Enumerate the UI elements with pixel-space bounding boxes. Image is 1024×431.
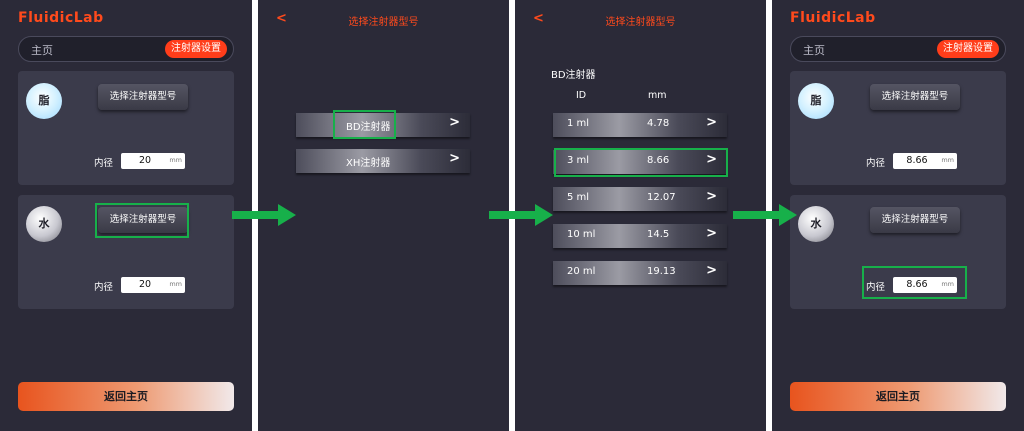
- chevron-right-icon: >: [706, 115, 717, 130]
- highlight-box: [862, 266, 967, 299]
- row-id: 10 ml: [567, 229, 596, 240]
- syringe-row-5ml[interactable]: 5 ml 12.07 >: [553, 187, 727, 211]
- list-item-xh[interactable]: XH注射器 >: [296, 149, 470, 173]
- tab-bar: 主页 注射器设置: [18, 36, 234, 62]
- fat-diameter-unit: mm: [169, 156, 182, 164]
- row-mm: 14.5: [647, 229, 670, 240]
- row-id: 5 ml: [567, 192, 590, 203]
- water-diameter-unit: mm: [169, 280, 182, 288]
- section-heading: BD注射器: [551, 70, 596, 81]
- fat-select-syringe-button[interactable]: 选择注射器型号: [98, 84, 188, 110]
- fat-diameter-field[interactable]: 8.66 mm: [893, 153, 957, 169]
- tab-syringe-settings[interactable]: 注射器设置: [937, 40, 999, 58]
- water-diameter-value: 20: [138, 279, 152, 290]
- fat-diameter-unit: mm: [941, 156, 954, 164]
- syringe-row-10ml[interactable]: 10 ml 14.5 >: [553, 224, 727, 248]
- return-home-button[interactable]: 返回主页: [18, 382, 234, 411]
- highlight-box: [95, 203, 189, 238]
- fat-diameter-value: 8.66: [906, 155, 928, 166]
- row-id: 20 ml: [567, 266, 596, 277]
- fat-select-syringe-button[interactable]: 选择注射器型号: [870, 84, 960, 110]
- syringe-row-1ml[interactable]: 1 ml 4.78 >: [553, 113, 727, 137]
- chevron-right-icon: >: [449, 151, 460, 166]
- flow-arrow-icon: [733, 204, 797, 226]
- highlight-box: [333, 110, 396, 139]
- fat-diameter-field[interactable]: 20 mm: [121, 153, 185, 169]
- column-header-id: ID: [576, 90, 587, 101]
- tab-home[interactable]: 主页: [803, 42, 825, 58]
- page-title: 选择注射器型号: [348, 17, 419, 28]
- fat-diameter-label: 内径: [94, 158, 114, 169]
- brand-logo: FluidicLab: [790, 10, 876, 26]
- chevron-right-icon: >: [706, 189, 717, 204]
- syringe-row-20ml[interactable]: 20 ml 19.13 >: [553, 261, 727, 285]
- chevron-right-icon: >: [449, 115, 460, 130]
- fat-diameter-label: 内径: [866, 158, 886, 169]
- water-diameter-field[interactable]: 20 mm: [121, 277, 185, 293]
- settings-screen-after: FluidicLab 主页 注射器设置 脂 选择注射器型号 内径 8.66 mm…: [772, 0, 1024, 431]
- chevron-right-icon: >: [706, 226, 717, 241]
- water-diameter-label: 内径: [94, 282, 114, 293]
- water-icon: 水: [26, 206, 62, 242]
- flow-arrow-icon: [489, 204, 553, 226]
- flow-arrow-icon: [232, 204, 296, 226]
- settings-screen-before: FluidicLab 主页 注射器设置 脂 选择注射器型号 内径 20 mm 水…: [0, 0, 252, 431]
- row-mm: 4.78: [647, 118, 670, 129]
- return-home-button[interactable]: 返回主页: [790, 382, 1006, 411]
- water-icon: 水: [798, 206, 834, 242]
- tab-bar: 主页 注射器设置: [790, 36, 1006, 62]
- fat-icon: 脂: [798, 83, 834, 119]
- list-item-label: XH注射器: [346, 158, 391, 169]
- tab-home[interactable]: 主页: [31, 42, 53, 58]
- highlight-box: [554, 148, 728, 177]
- fat-syringe-card: 脂 选择注射器型号 内径 20 mm: [18, 71, 234, 185]
- chevron-right-icon: >: [706, 263, 717, 278]
- brand-logo: FluidicLab: [18, 10, 104, 26]
- column-header-mm: mm: [648, 90, 667, 101]
- water-select-syringe-button[interactable]: 选择注射器型号: [870, 207, 960, 233]
- row-mm: 19.13: [647, 266, 676, 277]
- row-mm: 12.07: [647, 192, 676, 203]
- page-title: 选择注射器型号: [605, 17, 676, 28]
- fat-icon: 脂: [26, 83, 62, 119]
- tab-syringe-settings[interactable]: 注射器设置: [165, 40, 227, 58]
- fat-syringe-card: 脂 选择注射器型号 内径 8.66 mm: [790, 71, 1006, 185]
- row-id: 1 ml: [567, 118, 590, 129]
- fat-diameter-value: 20: [138, 155, 152, 166]
